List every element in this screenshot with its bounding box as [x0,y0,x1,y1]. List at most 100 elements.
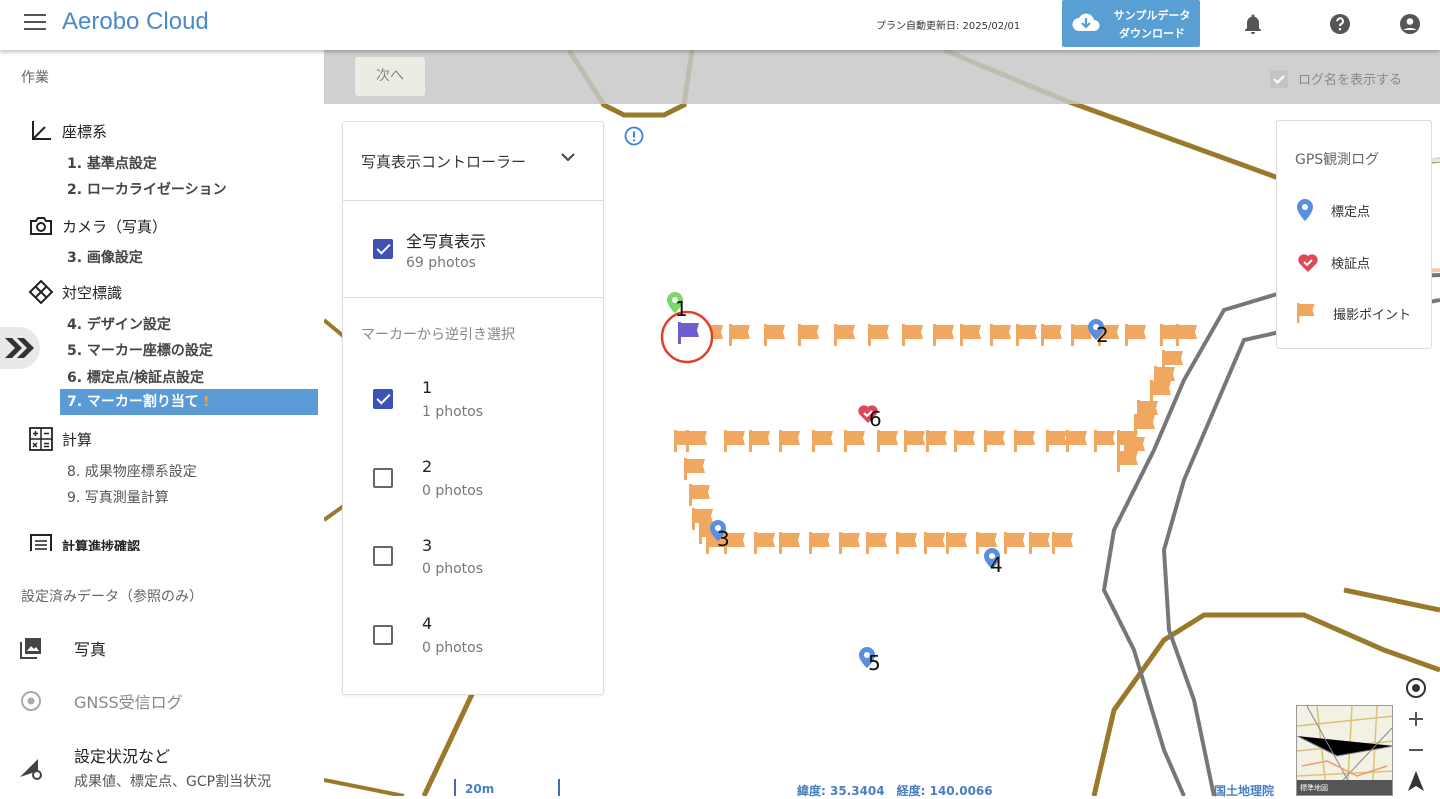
group-camera[interactable]: カメラ（写真） [28,213,167,239]
compass-north-icon[interactable] [1404,769,1428,793]
marker-row-count: 0 photos [422,561,484,577]
zoom-out-icon[interactable] [1404,738,1428,762]
download-label-line1: サンプルデータ [1113,9,1191,22]
step-7-marker-assign[interactable]: 7. マーカー割り当て! [60,389,318,415]
photo-point-flag[interactable] [749,430,770,452]
group-label: 計算進捗確認 [62,539,141,552]
photo-point-flag[interactable] [809,532,830,554]
photo-point-flag[interactable] [834,324,855,346]
marker-label-5: 5 [868,651,881,675]
data-item-status[interactable]: 設定状況など 成果値、標定点、GCP割当状況 [18,743,271,791]
step-9-photogrammetry[interactable]: 9. 写真測量計算 [67,487,169,507]
group-progress[interactable]: 計算進捗確認 [28,531,140,551]
photo-point-flag[interactable] [954,430,975,452]
photo-point-flag[interactable] [926,430,947,452]
photo-point-flag[interactable] [1176,324,1197,346]
info-icon[interactable] [624,126,644,146]
photo-point-flag[interactable] [924,532,945,554]
step-8-output-crs[interactable]: 8. 成果物座標系設定 [67,461,197,481]
photo-point-flag[interactable] [1004,532,1025,554]
marker-label-1: 1 [675,297,688,321]
account-icon[interactable] [1398,12,1422,36]
target-marker-icon [28,279,54,305]
photo-point-flag[interactable] [984,430,1005,452]
photo-point-flag[interactable] [904,430,925,452]
show-all-label: 全写真表示 [406,232,487,251]
photo-point-flag[interactable] [686,430,707,452]
show-all-count: 69 photos [406,255,476,271]
data-item-sublabel: 成果値、標定点、GCP割当状況 [74,774,272,790]
photo-point-flag[interactable] [946,532,967,554]
photo-point-flag[interactable] [798,324,819,346]
show-all-checkbox[interactable] [373,239,393,259]
step-4-design[interactable]: 4. デザイン設定 [67,314,171,334]
group-air-target[interactable]: 対空標識 [28,279,122,305]
legend-item-gcp: 標定点 [1297,199,1370,221]
menu-icon[interactable] [24,14,46,32]
photo-point-flag[interactable] [754,532,775,554]
photo-point-flag[interactable] [868,324,889,346]
photo-point-flag[interactable] [877,430,898,452]
legend-label: 撮影ポイント [1333,307,1412,323]
photo-point-flag[interactable] [779,430,800,452]
zoom-in-icon[interactable] [1404,707,1428,731]
show-log-names-label: ログ名を表示する [1298,73,1403,88]
photo-point-flag[interactable] [990,324,1011,346]
photo-point-flag[interactable] [1125,324,1146,346]
marker-row-label: 3 [422,536,433,555]
photo-point-flag[interactable] [1066,430,1087,452]
sidebar-toggle-button[interactable] [0,327,40,369]
marker-3-checkbox[interactable] [373,546,393,566]
data-item-photos[interactable]: 写真 [18,635,106,661]
photo-point-flag[interactable] [684,458,705,480]
minimap-label: 標準地図 [1300,784,1328,792]
photo-point-flag[interactable] [896,532,917,554]
group-calc[interactable]: 計算 [28,426,92,452]
marker-4-checkbox[interactable] [373,625,393,645]
photo-point-flag[interactable] [779,532,800,554]
chevron-down-icon[interactable] [559,148,577,166]
photo-point-flag[interactable] [1150,380,1171,402]
group-label: 座標系 [62,122,108,141]
step-6-gcp-check[interactable]: 6. 標定点/検証点設定 [67,367,204,387]
photo-point-flag[interactable] [729,324,750,346]
photo-point-flag[interactable] [1046,430,1067,452]
photo-point-flag[interactable] [1014,430,1035,452]
photo-point-flag[interactable] [724,430,745,452]
photo-point-flag[interactable] [1041,324,1062,346]
sample-data-download-button[interactable]: サンプルデータ ダウンロード [1062,0,1200,47]
show-log-names-toggle[interactable]: ログ名を表示する [1270,69,1402,88]
step-3-image-settings[interactable]: 3. 画像設定 [67,247,143,267]
photo-point-flag[interactable] [1117,450,1138,472]
photo-point-flag[interactable] [812,430,833,452]
photo-point-flag[interactable] [764,324,785,346]
step-1-base-point[interactable]: 1. 基準点設定 [67,153,157,173]
photo-point-flag[interactable] [844,430,865,452]
photo-point-flag[interactable] [960,324,981,346]
overview-minimap[interactable]: 標準地図 [1296,705,1393,796]
photo-point-flag[interactable] [866,532,887,554]
group-coordinate-system[interactable]: 座標系 [28,118,107,144]
photo-point-flag[interactable] [1016,324,1037,346]
controller-header[interactable]: 写真表示コントローラー [343,122,603,201]
map-attribution[interactable]: 国土地理院 [1214,782,1274,799]
step-5-marker-coords[interactable]: 5. マーカー座標の設定 [67,340,213,360]
photo-point-flag[interactable] [689,484,710,506]
data-item-gnss[interactable]: GNSS受信ログ [18,688,183,714]
help-icon[interactable] [1328,12,1352,36]
bell-icon[interactable] [1241,12,1265,36]
photo-point-flag[interactable] [1052,532,1073,554]
group-label: カメラ（写真） [62,217,168,236]
photo-point-flag[interactable] [902,324,923,346]
step-2-localization[interactable]: 2. ローカライゼーション [67,179,227,199]
next-button[interactable]: 次へ [355,57,425,96]
photo-point-flag[interactable] [1029,532,1050,554]
marker-1-checkbox[interactable] [373,389,393,409]
photo-point-flag[interactable] [1094,430,1115,452]
marker-row-label: 4 [422,614,433,633]
locate-icon[interactable] [1404,676,1428,700]
photo-point-flag[interactable] [839,532,860,554]
marker-2-checkbox[interactable] [373,468,393,488]
photo-point-flag[interactable] [933,324,954,346]
check-pin-icon [1298,254,1318,272]
